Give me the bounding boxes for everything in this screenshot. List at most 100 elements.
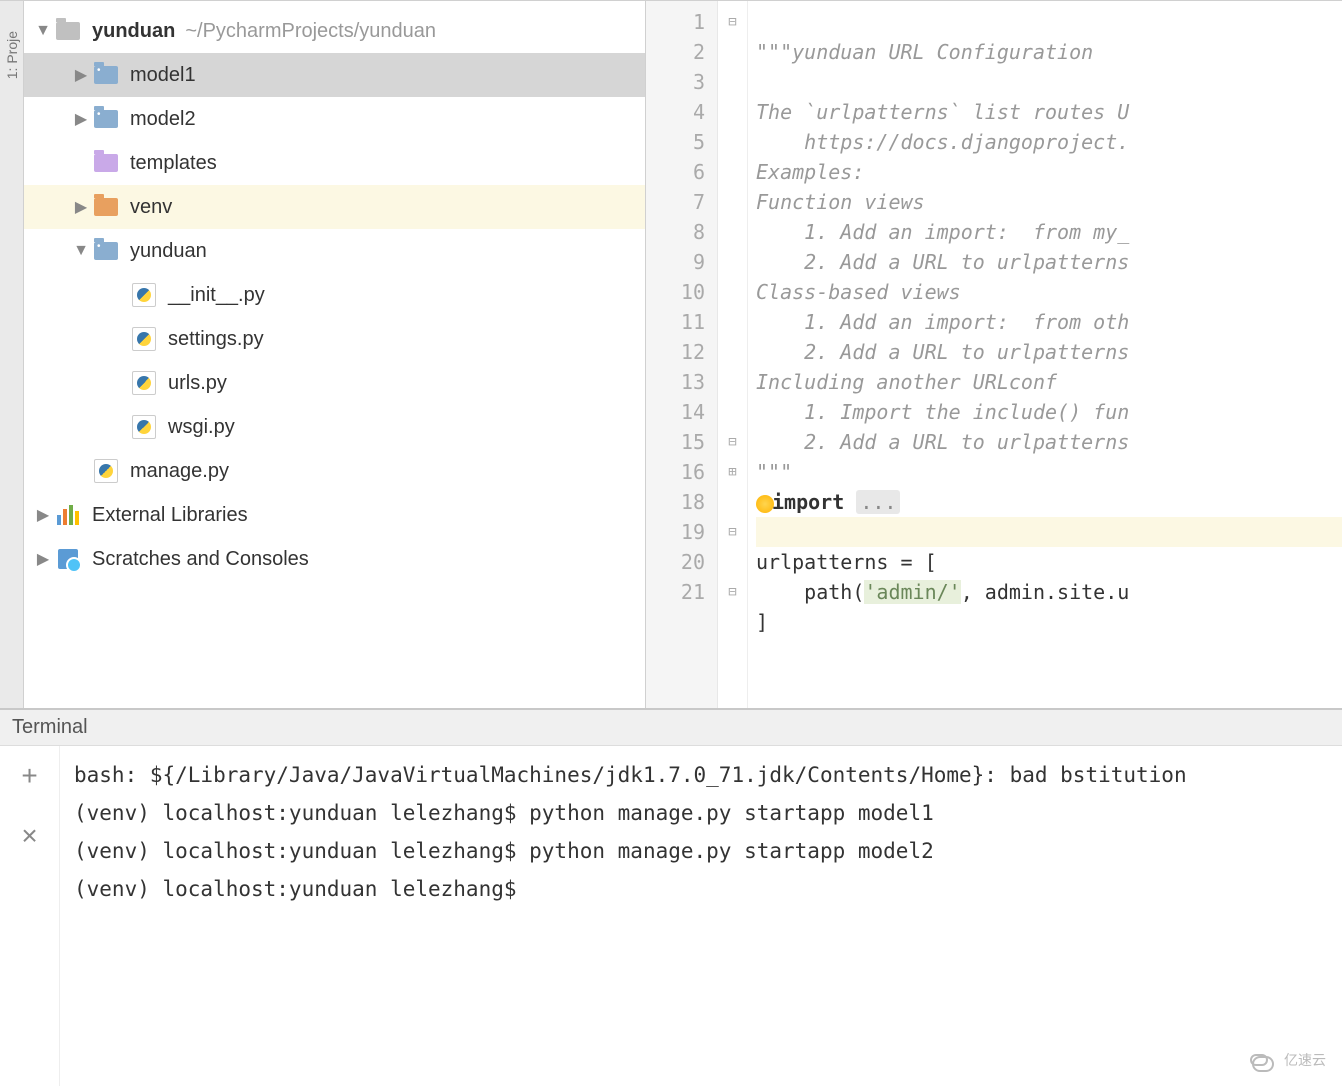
- line-number[interactable]: 20: [646, 547, 705, 577]
- fold-spacer: [718, 67, 747, 97]
- chevron-right-icon[interactable]: ▶: [70, 197, 92, 217]
- fold-spacer: [718, 127, 747, 157]
- fold-spacer: [718, 37, 747, 67]
- fold-spacer: [718, 217, 747, 247]
- terminal-output[interactable]: bash: ${/Library/Java/JavaVirtualMachine…: [60, 746, 1342, 1086]
- line-number[interactable]: 19: [646, 517, 705, 547]
- add-terminal-icon[interactable]: +: [21, 760, 37, 792]
- python-file-icon: [130, 283, 158, 307]
- python-file-icon: [130, 327, 158, 351]
- line-number[interactable]: 6: [646, 157, 705, 187]
- external-libraries[interactable]: ▶ External Libraries: [24, 493, 645, 537]
- line-number[interactable]: 14: [646, 397, 705, 427]
- current-line: [756, 517, 1342, 547]
- tree-item-label: urls.py: [168, 372, 227, 395]
- tree-item-model2[interactable]: ▶ model2: [24, 97, 645, 141]
- ext-libs-label: External Libraries: [92, 504, 248, 527]
- tree-item-label: __init__.py: [168, 284, 265, 307]
- package-folder-icon: [92, 239, 120, 263]
- python-file-icon: [92, 459, 120, 483]
- watermark-icon: [1250, 1054, 1268, 1066]
- fold-spacer: [718, 247, 747, 277]
- line-number[interactable]: 5: [646, 127, 705, 157]
- chevron-right-icon[interactable]: ▶: [32, 549, 54, 569]
- project-tree-panel: ▼ yunduan ~/PycharmProjects/yunduan ▶ mod…: [24, 1, 646, 708]
- watermark: 亿速云: [1250, 1050, 1326, 1070]
- tree-item-__init__-py[interactable]: __init__.py: [24, 273, 645, 317]
- chevron-right-icon[interactable]: ▶: [70, 65, 92, 85]
- chevron-down-icon[interactable]: ▼: [70, 242, 92, 260]
- fold-gutter[interactable]: ⊟⊟⊞⊟⊟: [718, 1, 748, 708]
- line-number[interactable]: 1: [646, 7, 705, 37]
- tree-root[interactable]: ▼ yunduan ~/PycharmProjects/yunduan: [24, 9, 645, 53]
- scratches-icon: [54, 547, 82, 571]
- line-number[interactable]: 10: [646, 277, 705, 307]
- fold-spacer: [718, 307, 747, 337]
- fold-toggle-icon[interactable]: ⊟: [718, 427, 747, 457]
- terminal-title[interactable]: Terminal: [0, 710, 1342, 746]
- line-number[interactable]: 3: [646, 67, 705, 97]
- tree-item-wsgi-py[interactable]: wsgi.py: [24, 405, 645, 449]
- fold-toggle-icon[interactable]: ⊟: [718, 7, 747, 37]
- tree-item-label: model2: [130, 108, 196, 131]
- fold-toggle-icon[interactable]: ⊟: [718, 517, 747, 547]
- fold-spacer: [718, 367, 747, 397]
- tree-item-manage-py[interactable]: manage.py: [24, 449, 645, 493]
- chevron-down-icon[interactable]: ▼: [32, 22, 54, 40]
- line-number[interactable]: 11: [646, 307, 705, 337]
- fold-spacer: [718, 397, 747, 427]
- python-file-icon: [130, 415, 158, 439]
- tree-item-label: wsgi.py: [168, 416, 235, 439]
- tree-item-model1[interactable]: ▶ model1: [24, 53, 645, 97]
- fold-spacer: [718, 187, 747, 217]
- fold-spacer: [718, 547, 747, 577]
- line-number[interactable]: 21: [646, 577, 705, 607]
- line-number[interactable]: 8: [646, 217, 705, 247]
- scratches-consoles[interactable]: ▶ Scratches and Consoles: [24, 537, 645, 581]
- package-folder-icon: [92, 107, 120, 131]
- line-number[interactable]: 15: [646, 427, 705, 457]
- fold-toggle-icon[interactable]: ⊞: [718, 457, 747, 487]
- fold-spacer: [718, 157, 747, 187]
- tree-item-label: manage.py: [130, 460, 229, 483]
- line-number-gutter[interactable]: 1234567891011121314151618192021: [646, 1, 718, 708]
- line-number[interactable]: 18: [646, 487, 705, 517]
- tree-item-label: model1: [130, 64, 196, 87]
- folder-icon: [56, 22, 80, 40]
- editor-panel: 1234567891011121314151618192021 ⊟⊟⊞⊟⊟ ""…: [646, 1, 1342, 708]
- package-folder-icon: [92, 63, 120, 87]
- line-number[interactable]: 2: [646, 37, 705, 67]
- chevron-right-icon[interactable]: ▶: [32, 505, 54, 525]
- chevron-right-icon[interactable]: ▶: [70, 109, 92, 129]
- line-number[interactable]: 12: [646, 337, 705, 367]
- root-name: yunduan: [92, 20, 175, 43]
- tree-item-urls-py[interactable]: urls.py: [24, 361, 645, 405]
- line-number[interactable]: 9: [646, 247, 705, 277]
- tree-item-yunduan[interactable]: ▼ yunduan: [24, 229, 645, 273]
- fold-spacer: [718, 97, 747, 127]
- root-path: ~/PycharmProjects/yunduan: [185, 20, 436, 43]
- library-icon: [54, 503, 82, 527]
- venv-folder-icon: [92, 195, 120, 219]
- line-number[interactable]: 7: [646, 187, 705, 217]
- tree-item-label: templates: [130, 152, 217, 175]
- code-area[interactable]: """yunduan URL Configuration The `urlpat…: [748, 1, 1342, 708]
- tree-item-venv[interactable]: ▶ venv: [24, 185, 645, 229]
- fold-spacer: [718, 487, 747, 517]
- tree-item-label: yunduan: [130, 240, 207, 263]
- fold-toggle-icon[interactable]: ⊟: [718, 577, 747, 607]
- close-terminal-icon[interactable]: ×: [21, 820, 37, 852]
- line-number[interactable]: 13: [646, 367, 705, 397]
- left-tool-gutter[interactable]: 1: Proje: [0, 1, 24, 708]
- line-number[interactable]: 4: [646, 97, 705, 127]
- tree-item-templates[interactable]: templates: [24, 141, 645, 185]
- project-tool-label[interactable]: 1: Proje: [4, 31, 20, 79]
- tree-item-label: settings.py: [168, 328, 264, 351]
- line-number[interactable]: 16: [646, 457, 705, 487]
- tree-item-label: venv: [130, 196, 172, 219]
- fold-spacer: [718, 277, 747, 307]
- tree-item-settings-py[interactable]: settings.py: [24, 317, 645, 361]
- fold-spacer: [718, 337, 747, 367]
- folded-code-badge[interactable]: ...: [856, 490, 900, 514]
- python-file-icon: [130, 371, 158, 395]
